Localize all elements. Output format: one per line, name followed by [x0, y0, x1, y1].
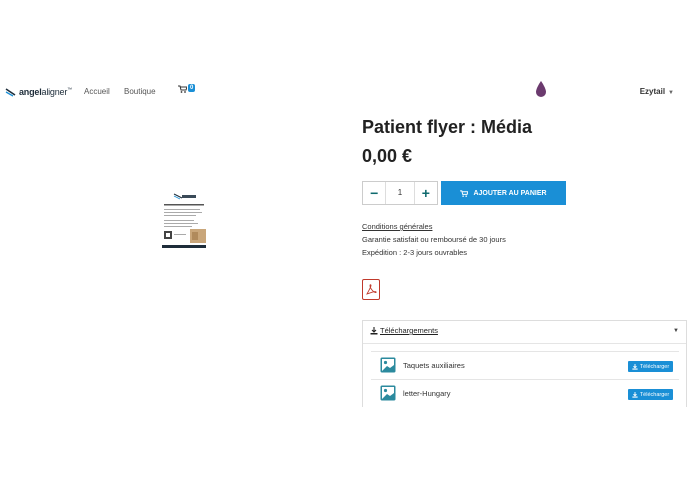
add-to-cart-button[interactable]: AJOUTER AU PANIER [441, 181, 566, 205]
user-menu[interactable]: Ezytail ▼ [640, 87, 674, 96]
product-title: Patient flyer : Média [362, 117, 533, 137]
download-icon [632, 363, 638, 370]
download-icon [370, 326, 378, 334]
cart-count-badge: 0 [188, 84, 196, 92]
cart-button[interactable]: 0 [178, 84, 196, 93]
terms-link[interactable]: Conditions générales [362, 220, 506, 233]
divider [363, 343, 686, 344]
shipping-text: Expédition : 2-3 jours ouvrables [362, 248, 468, 257]
download-button[interactable]: Télécharger [628, 361, 673, 372]
cart-icon [178, 85, 187, 93]
cart-icon [460, 189, 469, 197]
downloads-panel: Téléchargements ▼ Taquets auxiliaires Té… [362, 320, 687, 407]
product-terms: Conditions générales Garantie satisfait … [362, 220, 506, 259]
logo-text: angelaligner™ [19, 87, 72, 97]
product-price: 0,00 € [362, 146, 413, 166]
chevron-down-icon[interactable]: ▼ [673, 328, 679, 334]
download-name: Taquets auxiliaires [403, 361, 465, 370]
product-image[interactable] [160, 185, 208, 253]
download-row: letter-Hungary Télécharger [371, 379, 679, 407]
image-icon [380, 385, 396, 401]
guarantee-text: Garantie satisfait ou remboursé de 30 jo… [362, 235, 506, 244]
quantity-input[interactable]: 1 [385, 182, 415, 204]
increment-button[interactable]: + [415, 182, 437, 204]
brand-logo[interactable]: angelaligner™ [5, 84, 72, 100]
add-to-cart-label: AJOUTER AU PANIER [473, 189, 547, 197]
download-row: Taquets auxiliaires Télécharger [371, 351, 679, 379]
chevron-down-icon: ▼ [668, 90, 674, 96]
nav-link-home[interactable]: Accueil [84, 87, 110, 96]
pdf-icon[interactable] [362, 279, 380, 300]
navbar: angelaligner™ Accueil Boutique 0 Ezytail… [0, 80, 690, 104]
download-name: letter-Hungary [403, 389, 451, 398]
decrement-button[interactable]: − [363, 182, 385, 204]
drop-icon [535, 80, 547, 103]
downloads-header[interactable]: Téléchargements [370, 326, 438, 335]
download-button[interactable]: Télécharger [628, 389, 673, 400]
page-frame: angelaligner™ Accueil Boutique 0 Ezytail… [0, 80, 690, 407]
quantity-stepper: − 1 + [362, 181, 438, 205]
image-icon [380, 357, 396, 373]
nav-link-shop[interactable]: Boutique [124, 87, 156, 96]
download-icon [632, 391, 638, 398]
downloads-header-label: Téléchargements [380, 326, 438, 335]
logo-mark-icon [5, 88, 16, 97]
